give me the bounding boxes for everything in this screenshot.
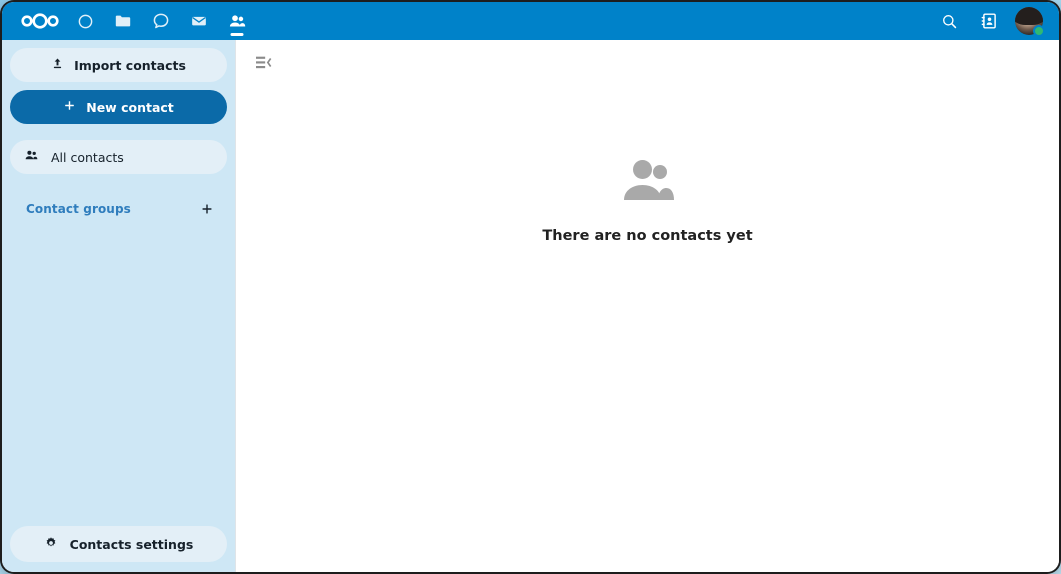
empty-state-title: There are no contacts yet xyxy=(542,228,753,244)
toggle-contacts-list-icon[interactable] xyxy=(248,48,278,76)
header-left-group xyxy=(2,2,256,40)
empty-state: There are no contacts yet xyxy=(236,158,1059,244)
contacts-empty-icon xyxy=(621,158,675,206)
top-header-bar xyxy=(2,2,1059,40)
add-group-button[interactable] xyxy=(191,194,223,224)
new-contact-label: New contact xyxy=(86,99,174,115)
import-contacts-label: Import contacts xyxy=(74,57,186,73)
app-icon-mail[interactable] xyxy=(180,2,218,40)
people-icon xyxy=(24,148,39,166)
sidebar-item-all-contacts-label: All contacts xyxy=(51,149,124,165)
sidebar: Import contacts New contact All contacts… xyxy=(2,40,235,572)
sidebar-nav-list: All contacts xyxy=(10,140,227,174)
app-window: Import contacts New contact All contacts… xyxy=(2,2,1059,572)
sidebar-footer: Contacts settings xyxy=(10,526,227,562)
import-contacts-button[interactable]: Import contacts xyxy=(10,48,227,82)
contact-groups-header: Contact groups xyxy=(10,192,227,226)
upload-icon xyxy=(51,57,64,73)
contacts-settings-label: Contacts settings xyxy=(69,536,194,552)
nextcloud-logo[interactable] xyxy=(14,2,66,40)
app-body: Import contacts New contact All contacts… xyxy=(2,40,1059,572)
avatar[interactable] xyxy=(1009,2,1049,40)
header-right-group xyxy=(929,2,1059,40)
contact-groups-label: Contact groups xyxy=(26,202,131,216)
contacts-settings-button[interactable]: Contacts settings xyxy=(10,526,227,562)
plus-icon xyxy=(63,99,76,115)
contacts-menu-icon[interactable] xyxy=(969,2,1009,40)
app-icon-dashboard[interactable] xyxy=(66,2,104,40)
app-icon-contacts[interactable] xyxy=(218,2,256,40)
main-content: There are no contacts yet xyxy=(235,40,1059,572)
sidebar-item-all-contacts[interactable]: All contacts xyxy=(10,140,227,174)
status-badge xyxy=(1033,25,1045,37)
app-icon-files[interactable] xyxy=(104,2,142,40)
search-icon[interactable] xyxy=(929,2,969,40)
gear-icon xyxy=(44,536,58,553)
new-contact-button[interactable]: New contact xyxy=(10,90,227,124)
app-icon-talk[interactable] xyxy=(142,2,180,40)
